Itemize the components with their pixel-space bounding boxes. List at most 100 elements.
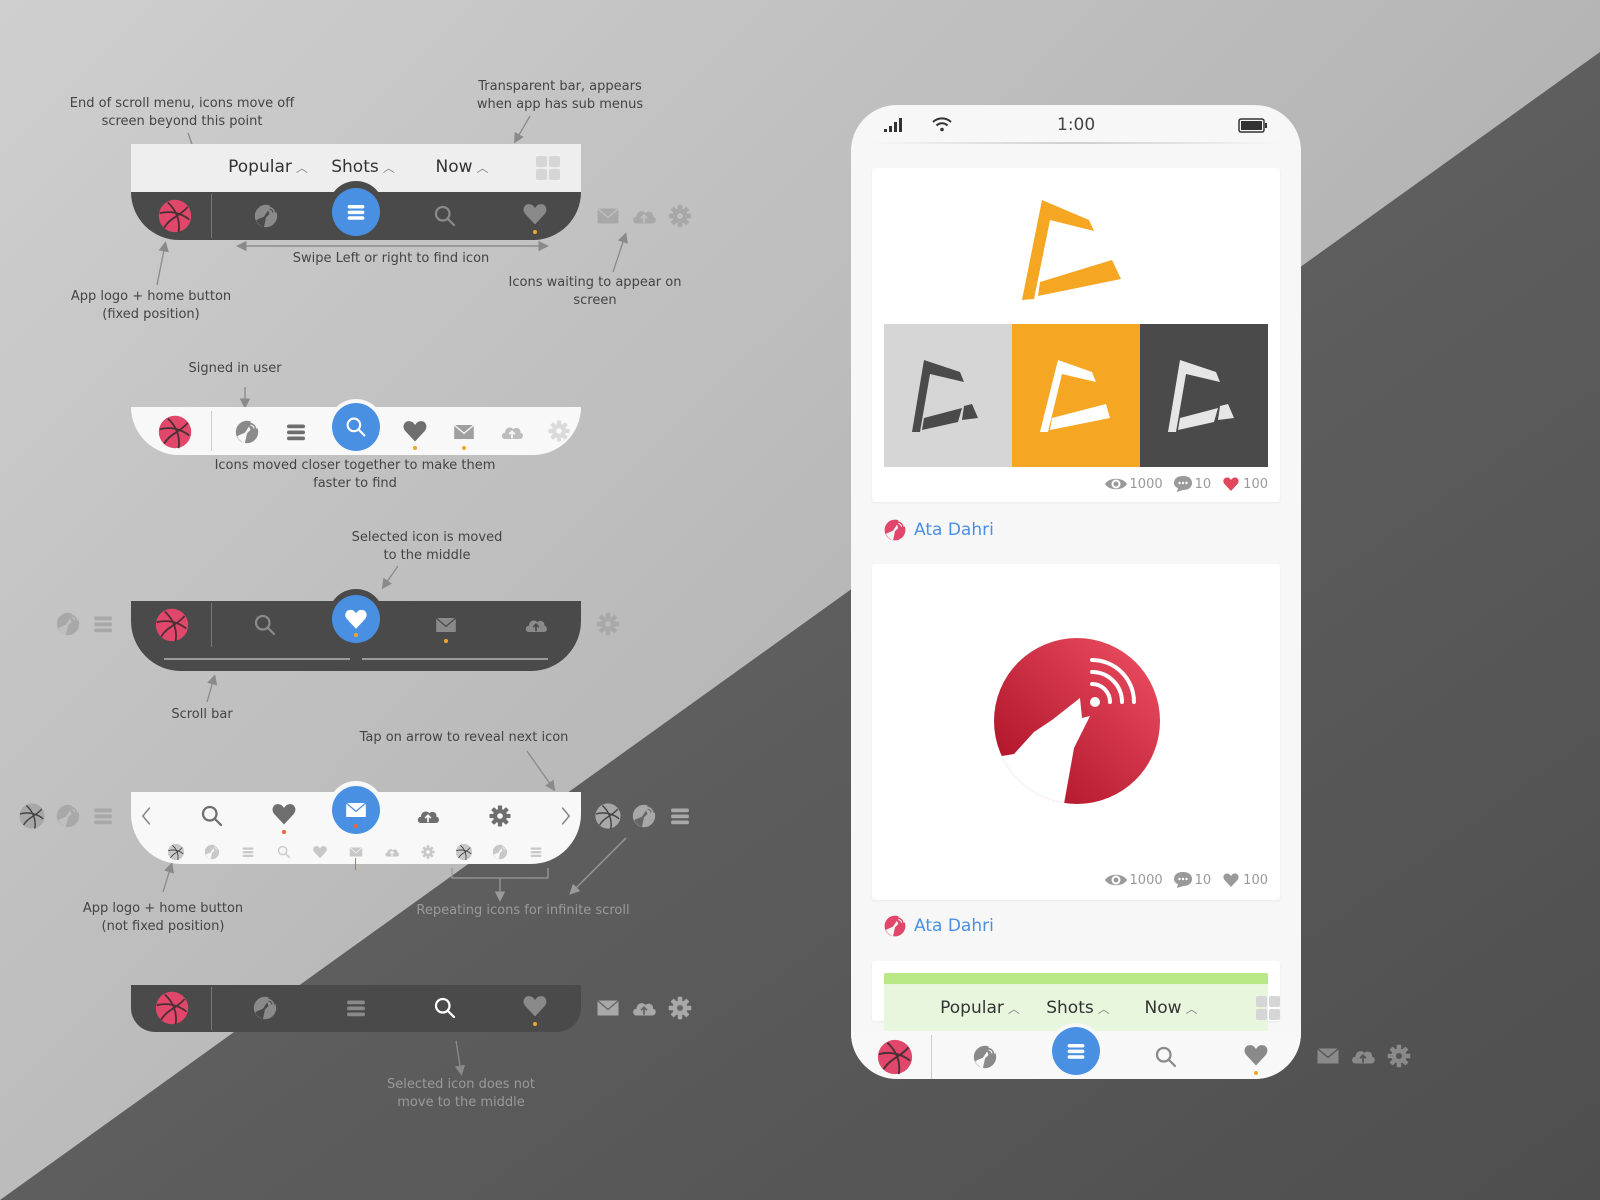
mini-gear-icon[interactable] [419, 843, 437, 861]
user-icon-offscreen [54, 610, 82, 638]
menu-icon-selected[interactable] [332, 188, 380, 236]
mini-menu-icon[interactable] [239, 843, 257, 861]
submenu-tab-now[interactable]: Now ︿ [435, 157, 488, 177]
author-avatar-icon [882, 913, 908, 939]
heart-icon[interactable] [400, 416, 430, 446]
cloud-upload-icon[interactable] [522, 611, 550, 639]
annotation-signed-in: Signed in user [188, 361, 282, 376]
dribbble-icon-repeat-offscreen [594, 802, 622, 830]
likes-stat[interactable]: 100 [1221, 870, 1268, 890]
dribbble-icon[interactable] [154, 990, 190, 1026]
user-icon[interactable] [252, 202, 280, 230]
gear-icon[interactable] [545, 417, 573, 445]
author-avatar-icon [882, 517, 908, 543]
post-stats: 1000 10 100 [1104, 474, 1268, 494]
chevron-left-icon[interactable] [133, 800, 161, 832]
divider [211, 603, 212, 647]
gear-icon-offscreen [593, 609, 623, 639]
mini-user-icon-repeat[interactable] [491, 843, 509, 861]
grid-icon[interactable] [1256, 996, 1280, 1020]
heart-icon[interactable] [269, 799, 299, 829]
heart-icon[interactable] [520, 199, 550, 229]
mini-user-icon[interactable] [203, 843, 221, 861]
annotation-tap-arrow: Tap on arrow to reveal next icon [359, 730, 569, 745]
notification-dot [1254, 1071, 1258, 1075]
views-stat: 1000 [1104, 476, 1163, 492]
cloud-upload-icon-offscreen [629, 993, 659, 1023]
scroll-bar-track-right[interactable] [362, 658, 548, 660]
cloud-upload-icon[interactable] [414, 802, 442, 830]
cloud-upload-icon-offscreen [629, 201, 659, 231]
annotation-icons-closer: Icons moved closer together to make them… [214, 458, 496, 491]
heart-icon [1221, 474, 1241, 494]
shot-wolf-logo [994, 638, 1160, 804]
status-time: 1:00 [1057, 115, 1096, 135]
signal-icon [884, 118, 902, 132]
dribbble-icon[interactable] [157, 414, 193, 450]
gear-icon[interactable] [486, 802, 514, 830]
eye-icon [1104, 872, 1128, 888]
grid-icon[interactable] [536, 156, 560, 180]
menu-icon[interactable] [281, 417, 311, 447]
search-icon[interactable] [250, 610, 280, 640]
dribbble-icon[interactable] [154, 607, 190, 643]
heart-icon[interactable] [520, 991, 550, 1021]
gear-icon-offscreen [665, 201, 695, 231]
mini-menu-icon-repeat[interactable] [527, 843, 545, 861]
menu-icon-offscreen [88, 609, 118, 639]
dribbble-icon[interactable] [876, 1038, 914, 1076]
menu-icon[interactable] [341, 993, 371, 1023]
notification-dot [282, 830, 286, 834]
mail-icon[interactable] [450, 418, 478, 446]
post-stats: 1000 10 100 [1104, 870, 1268, 890]
shot-logo-orange [1022, 200, 1121, 300]
annotation-repeating-icons: Repeating icons for infinite scroll [416, 903, 630, 918]
user-icon[interactable] [971, 1043, 999, 1071]
author-name[interactable]: Ata Dahri [914, 520, 994, 540]
chevron-right-icon[interactable] [551, 800, 579, 832]
submenu-tab-popular[interactable]: Popular ︿ [940, 998, 1020, 1018]
post-author[interactable]: Ata Dahri [882, 517, 994, 543]
search-icon[interactable] [197, 801, 227, 831]
mini-search-icon[interactable] [275, 843, 293, 861]
comments-stat[interactable]: 10 [1173, 475, 1211, 493]
menu-icon-offscreen [88, 801, 118, 831]
nav-bar-variant-4 [131, 781, 581, 870]
heart-icon[interactable] [1241, 1040, 1271, 1070]
menu-icon-repeat-offscreen [665, 801, 695, 831]
user-icon[interactable] [251, 994, 279, 1022]
notification-dot [413, 446, 417, 450]
likes-stat[interactable]: 100 [1221, 474, 1268, 494]
search-icon[interactable] [430, 201, 460, 231]
search-icon-selected[interactable] [332, 403, 380, 451]
gear-icon-offscreen [665, 993, 695, 1023]
mini-dribbble-icon-repeat[interactable] [455, 843, 473, 861]
mail-icon[interactable] [432, 611, 460, 639]
submenu-tab-shots[interactable]: Shots ︿ [1046, 998, 1110, 1018]
search-icon-selected[interactable] [430, 993, 460, 1023]
mini-mail-icon[interactable] [347, 843, 365, 861]
search-icon[interactable] [1151, 1042, 1181, 1072]
cloud-upload-icon[interactable] [498, 418, 526, 446]
mini-heart-icon[interactable] [311, 843, 329, 861]
comments-stat[interactable]: 10 [1173, 871, 1211, 889]
menu-icon-selected[interactable] [1052, 1027, 1100, 1075]
scroll-bar-track-left[interactable] [164, 658, 350, 660]
submenu-tab-popular[interactable]: Popular ︿ [228, 157, 308, 177]
status-divider [871, 142, 1281, 144]
mail-icon-offscreen [1313, 1041, 1343, 1071]
battery-icon [1238, 118, 1267, 133]
post-card[interactable]: 1000 10 100 [872, 564, 1280, 900]
user-icon[interactable] [233, 418, 261, 446]
dribbble-icon[interactable] [157, 198, 193, 234]
mini-cloud-upload-icon[interactable] [383, 843, 401, 861]
submenu-tab-now[interactable]: Now ︿ [1144, 998, 1197, 1018]
divider [211, 987, 212, 1030]
mini-dribbble-icon[interactable] [167, 843, 185, 861]
divider [211, 411, 212, 451]
submenu-tab-shots[interactable]: Shots ︿ [331, 157, 395, 177]
author-name[interactable]: Ata Dahri [914, 916, 994, 936]
post-author[interactable]: Ata Dahri [882, 913, 994, 939]
heart-icon [1221, 870, 1241, 890]
post-card[interactable]: 1000 10 100 [872, 168, 1280, 502]
